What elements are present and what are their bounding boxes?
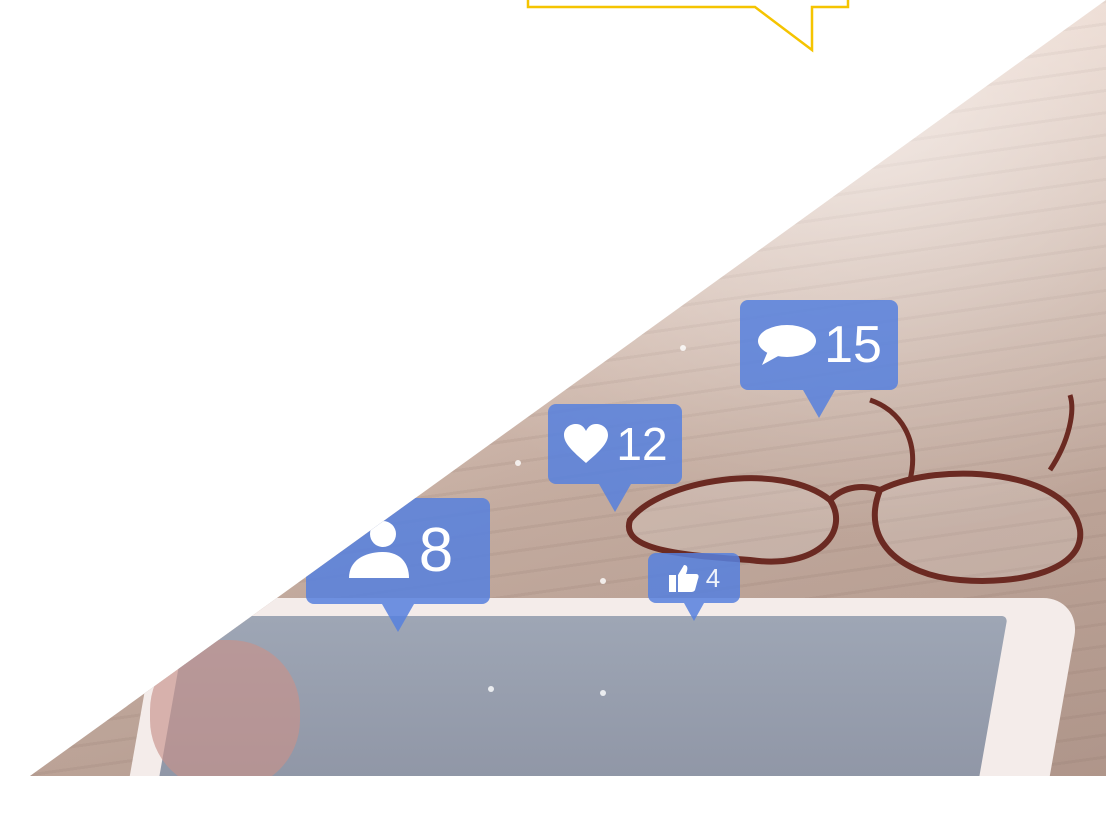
hearts-badge: 12	[548, 404, 682, 484]
likes-count: 4	[705, 563, 721, 593]
comments-count: 15	[824, 316, 882, 374]
social-media-photo: 15 12 8 4	[30, 0, 1106, 776]
followers-badge: 8	[306, 498, 490, 604]
person-icon	[348, 521, 409, 578]
thumbs-up-icon	[668, 565, 699, 592]
comments-badge: 15	[740, 300, 898, 390]
sparkle	[600, 578, 606, 584]
hand	[150, 640, 300, 776]
yellow-speech-outline	[526, 0, 850, 53]
sparkle	[515, 460, 521, 466]
sparkle	[600, 690, 606, 696]
hero-image: 15 12 8 4	[0, 0, 1106, 776]
heart-icon	[564, 424, 609, 463]
sparkle	[488, 686, 494, 692]
followers-count: 8	[418, 516, 454, 585]
speech-bubble-icon	[758, 325, 817, 365]
hearts-count: 12	[616, 418, 668, 470]
sparkle	[680, 345, 686, 351]
likes-badge: 4	[648, 553, 740, 603]
